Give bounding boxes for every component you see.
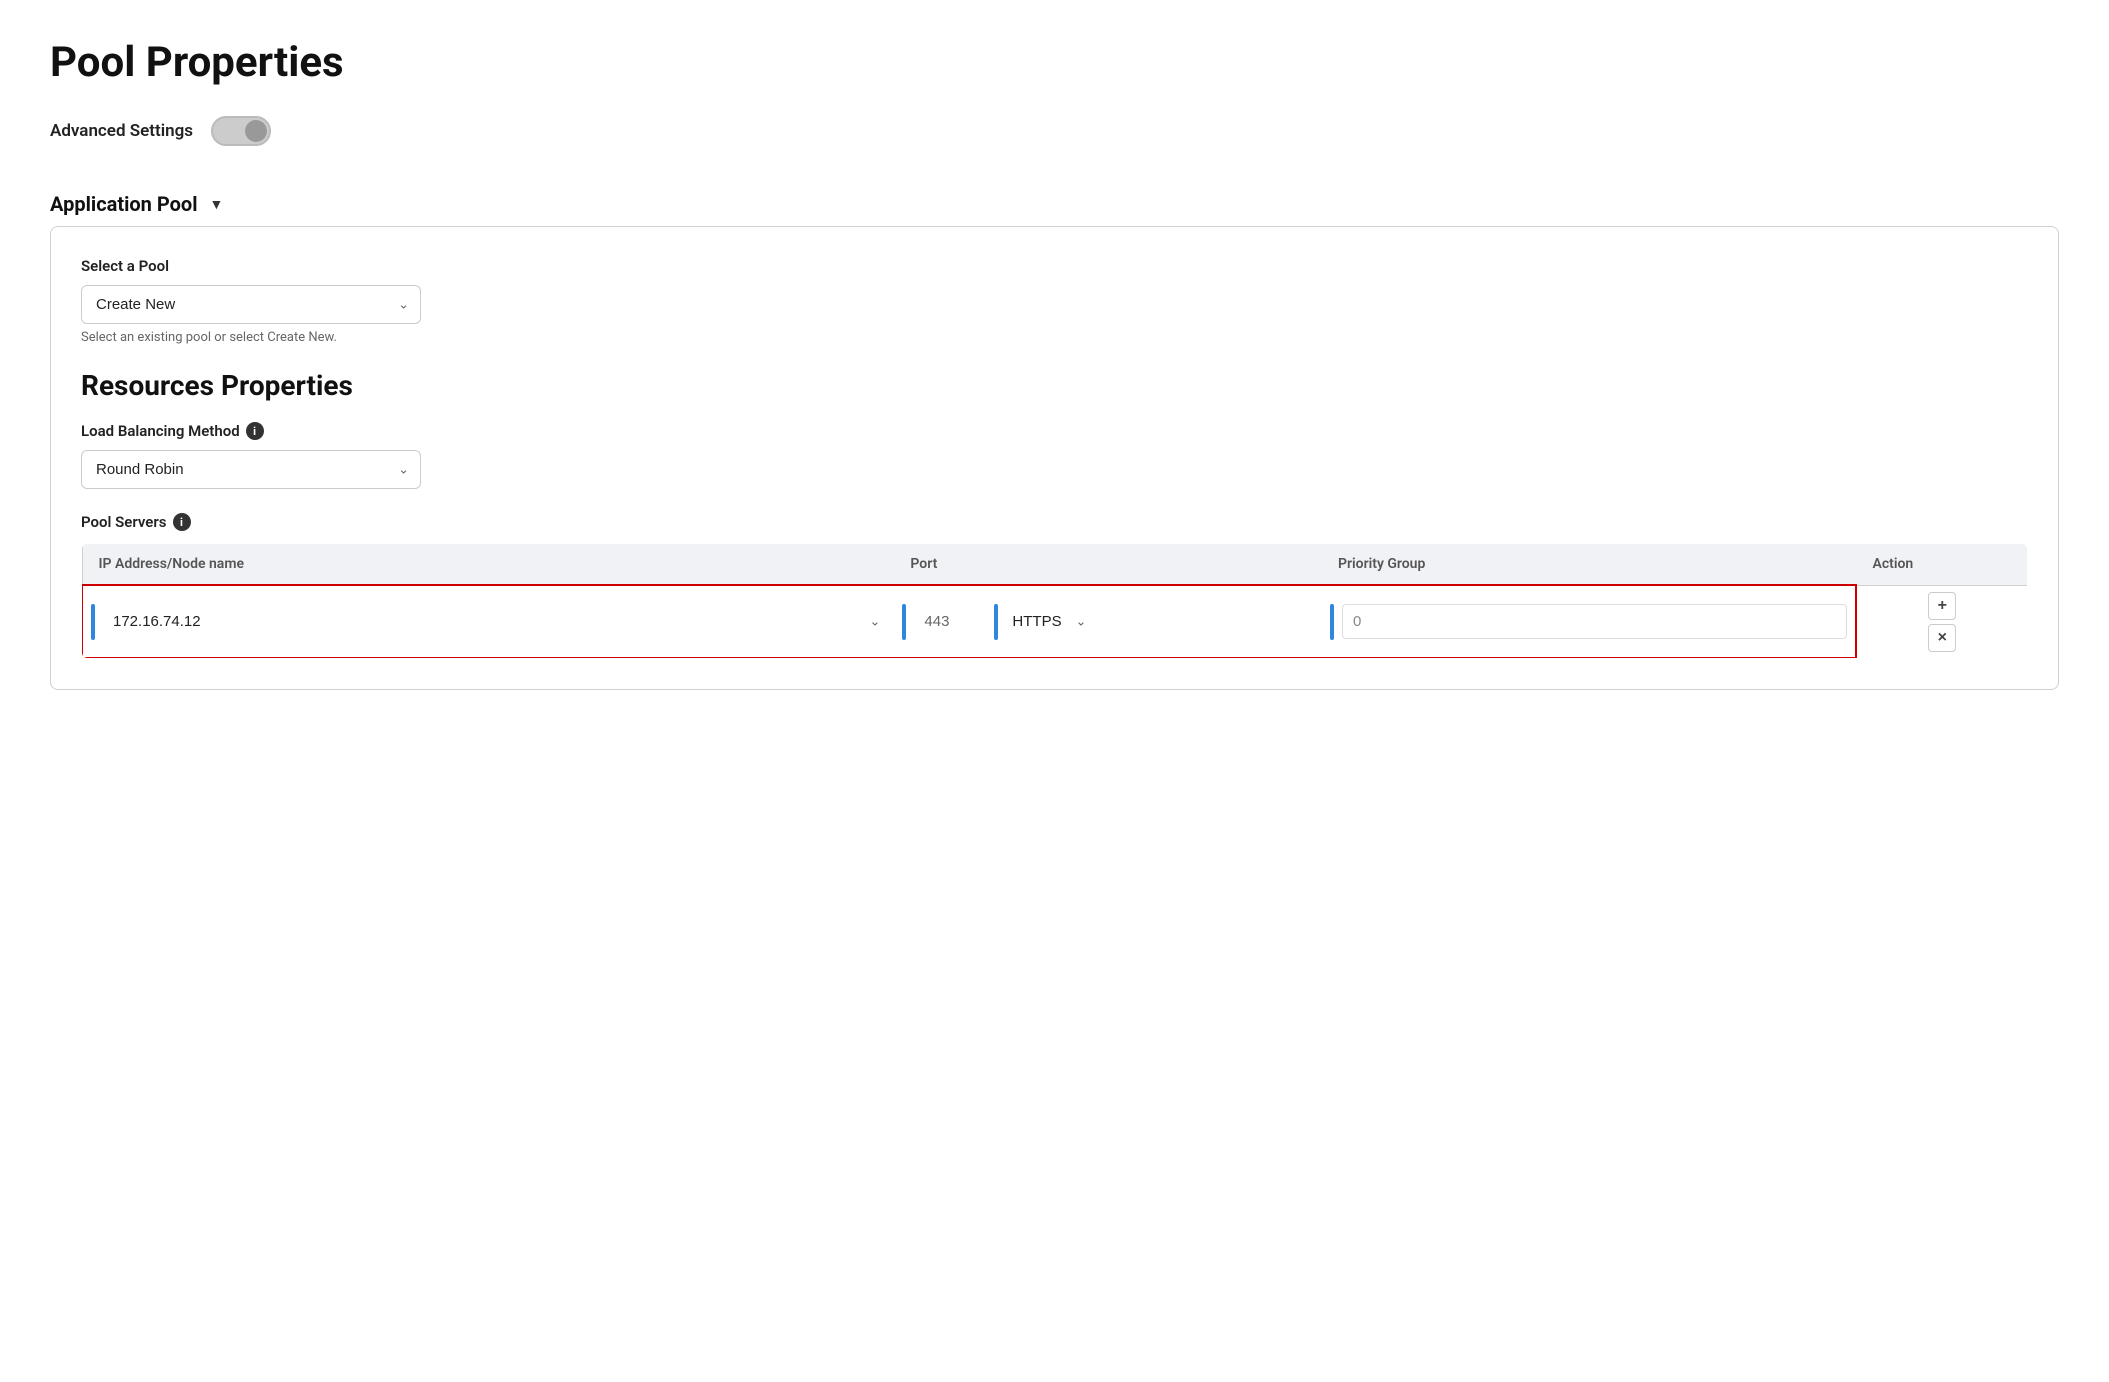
protocol-blue-bar [994,604,998,640]
priority-blue-bar [1330,604,1334,640]
select-pool-field: Select a Pool Create New Pool 1 Pool 2 ⌄… [81,257,2028,345]
pool-servers-section: Pool Servers i IP Address/Node name Port… [81,513,2028,659]
toggle-knob [245,120,267,142]
port-input[interactable] [914,605,994,638]
protocol-dropdown[interactable]: HTTPS HTTP TCP [1004,605,1090,638]
select-pool-wrapper: Create New Pool 1 Pool 2 ⌄ [81,285,421,324]
col-header-ip: IP Address/Node name [82,544,894,586]
load-balancing-dropdown[interactable]: Round Robin Least Connections IP Hash [81,450,421,489]
select-pool-dropdown[interactable]: Create New Pool 1 Pool 2 [81,285,421,324]
table-row: 172.16.74.12 ⌄ [82,585,2028,658]
action-cell: + × [1856,585,2027,658]
select-pool-label: Select a Pool [81,257,2028,275]
protocol-wrapper: HTTPS HTTP TCP ⌄ [994,604,1090,640]
ip-address-dropdown[interactable]: 172.16.74.12 [103,605,886,638]
application-pool-header: Application Pool ▼ [50,176,2059,216]
priority-cell [1322,585,1856,658]
priority-cell-wrapper [1330,604,1847,640]
load-balancing-info-icon[interactable]: i [246,422,264,440]
action-buttons: + × [1865,592,2019,652]
resources-properties-title: Resources Properties [81,369,2028,402]
port-cell-wrapper: HTTPS HTTP TCP ⌄ [902,604,1314,640]
ip-select-wrapper: 172.16.74.12 ⌄ [103,605,886,638]
load-balancing-wrapper: Round Robin Least Connections IP Hash ⌄ [81,450,421,489]
port-blue-bar [902,604,906,640]
ip-blue-bar [91,604,95,640]
remove-server-button[interactable]: × [1928,624,1956,652]
advanced-settings-toggle[interactable] [211,116,271,146]
pool-servers-table: IP Address/Node name Port Priority Group… [81,543,2028,659]
protocol-select-wrapper: HTTPS HTTP TCP ⌄ [1004,605,1090,638]
load-balancing-field: Load Balancing Method i Round Robin Leas… [81,422,2028,489]
application-pool-card: Select a Pool Create New Pool 1 Pool 2 ⌄… [50,226,2059,690]
page-title: Pool Properties [50,40,2059,86]
ip-cell-wrapper: 172.16.74.12 ⌄ [91,604,886,640]
col-header-action: Action [1856,544,2027,586]
application-pool-title: Application Pool [50,192,198,216]
priority-input[interactable] [1342,604,1847,639]
ip-address-cell: 172.16.74.12 ⌄ [82,585,894,658]
advanced-settings-row: Advanced Settings [50,116,2059,146]
select-pool-hint: Select an existing pool or select Create… [81,330,2028,345]
col-header-priority: Priority Group [1322,544,1856,586]
port-cell: HTTPS HTTP TCP ⌄ [894,585,1322,658]
table-header-row: IP Address/Node name Port Priority Group… [82,544,2028,586]
col-header-port: Port [894,544,1322,586]
application-pool-chevron-icon[interactable]: ▼ [210,196,224,213]
advanced-settings-label: Advanced Settings [50,121,193,141]
pool-servers-label: Pool Servers i [81,513,2028,531]
pool-servers-info-icon[interactable]: i [173,513,191,531]
load-balancing-label: Load Balancing Method i [81,422,2028,440]
add-server-button[interactable]: + [1928,592,1956,620]
